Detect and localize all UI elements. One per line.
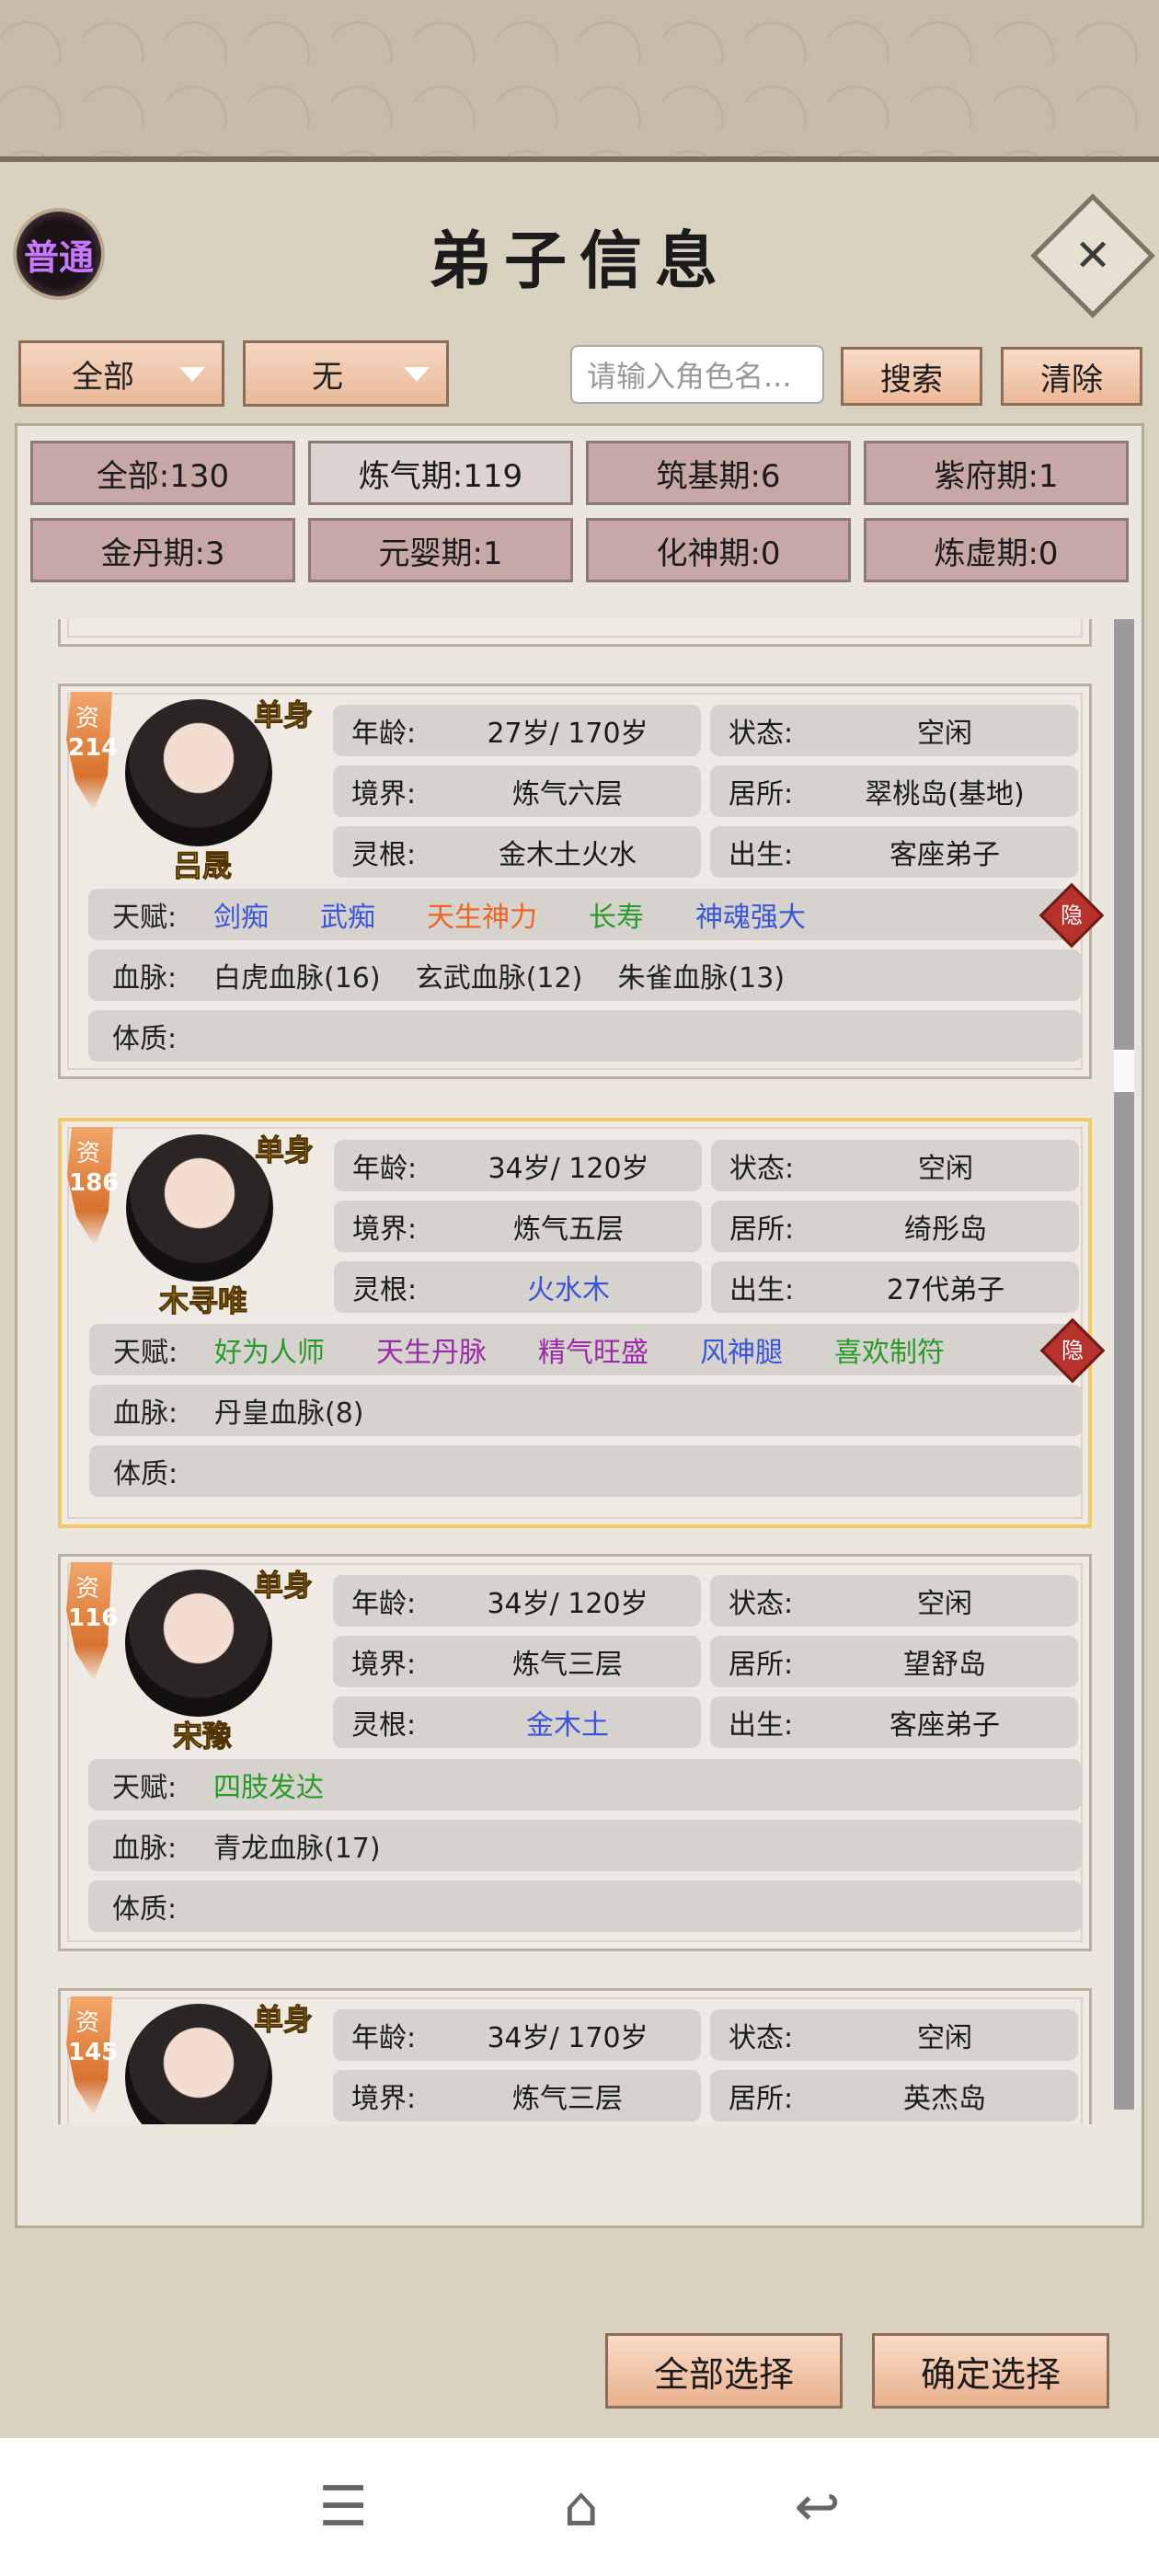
realm-field: 境界: 炼气五层 <box>334 1201 702 1252</box>
chevron-down-icon <box>179 367 205 382</box>
aptitude-value: 186 <box>69 1169 120 1197</box>
tab-yuanying[interactable]: 元婴期:1 <box>308 518 573 582</box>
avatar[interactable] <box>125 699 272 846</box>
aptitude-label: 资 <box>76 1140 101 1167</box>
aptitude-value: 116 <box>68 1604 119 1632</box>
tab-lianqi[interactable]: 炼气期:119 <box>308 441 573 505</box>
disciple-card[interactable]: 资 116 单身 宋豫 年龄: 34岁/ 120岁 状态: 空闲 境界: 炼气三层 居… <box>58 1554 1092 1951</box>
birth-field: 出生: 27代弟子 <box>711 1261 1079 1313</box>
bloodline-row: 血脉: 丹皇血脉(8) <box>89 1385 1083 1436</box>
talent-tag: 武痴 <box>320 902 375 934</box>
residence-field: 居所: 望舒岛 <box>710 1636 1078 1687</box>
age-field: 年龄: 34岁/ 120岁 <box>333 1575 701 1627</box>
realm-field: 境界: 炼气六层 <box>333 765 701 817</box>
back-icon[interactable]: ↩ <box>794 2475 840 2539</box>
chevron-down-icon <box>404 367 430 382</box>
talent-tag: 剑痴 <box>213 902 269 934</box>
disciple-name: 吕晟 <box>172 848 232 884</box>
aptitude-value: 145 <box>68 2039 119 2066</box>
disciple-list-panel: 全部:130 炼气期:119 筑基期:6 紫府期:1 金丹期:3 元婴期:1 化… <box>15 423 1144 2228</box>
tab-zifu[interactable]: 紫府期:1 <box>864 441 1129 505</box>
age-field: 年龄: 34岁/ 120岁 <box>334 1140 702 1191</box>
system-nav-bar: ☰ ⌂ ↩ <box>0 2438 1159 2576</box>
scrollbar[interactable] <box>1114 619 1134 2110</box>
close-icon: ✕ <box>1073 230 1112 282</box>
search-button[interactable]: 搜索 <box>841 347 982 406</box>
tab-zhuji[interactable]: 筑基期:6 <box>586 441 851 505</box>
search-input[interactable]: 请输入角色名... <box>570 345 824 404</box>
talent-tag: 风神腿 <box>700 1337 783 1369</box>
talent-tag: 喜欢制符 <box>834 1337 945 1369</box>
state-field: 状态: 空闲 <box>710 1575 1078 1627</box>
birth-field: 出生: 客座弟子 <box>710 826 1078 878</box>
disciple-name: 木寻唯 <box>158 1283 247 1319</box>
talent-tag: 长寿 <box>589 902 644 934</box>
scrollbar-thumb[interactable] <box>1114 1050 1134 1092</box>
aptitude-value: 214 <box>68 734 119 762</box>
residence-field: 居所: 英杰岛 <box>710 2070 1078 2122</box>
disciple-card-partial[interactable] <box>58 619 1092 647</box>
category-dropdown[interactable]: 全部 <box>18 340 224 407</box>
marital-status: 单身 <box>253 2002 314 2038</box>
home-icon[interactable]: ⌂ <box>564 2475 599 2539</box>
talent-row: 天赋: 四肢发达 <box>88 1759 1082 1811</box>
menu-icon[interactable]: ☰ <box>318 2475 368 2539</box>
disciple-card[interactable]: 资 214 单身 吕晟 年龄: 27岁/ 170岁 状态: 空闲 境界: 炼气六层 居… <box>58 684 1105 1079</box>
avatar[interactable] <box>125 1570 272 1717</box>
disciple-card[interactable]: 资 145 单身 年龄: 34岁/ 170岁 状态: 空闲 境界: 炼气三层 居所: 英… <box>58 1988 1092 2124</box>
talent-tag: 精气旺盛 <box>538 1337 648 1369</box>
age-field: 年龄: 27岁/ 170岁 <box>333 705 701 756</box>
aptitude-label: 资 <box>75 2009 100 2037</box>
bloodline-row: 血脉: 白虎血脉(16) 玄武血脉(12) 朱雀血脉(13) <box>88 949 1082 1001</box>
birth-field: 出生: 客座弟子 <box>710 1696 1078 1748</box>
marital-status: 单身 <box>253 697 314 733</box>
avatar[interactable] <box>126 1134 273 1282</box>
clear-button[interactable]: 清除 <box>1001 347 1142 406</box>
aptitude-label: 资 <box>75 705 100 732</box>
confirm-selection-button[interactable]: 确定选择 <box>872 2333 1109 2409</box>
marital-status: 单身 <box>253 1568 314 1604</box>
talent-tag: 好为人师 <box>214 1337 325 1369</box>
avatar[interactable] <box>125 2004 272 2124</box>
talent-row: 天赋: 好为人师 天生丹脉 精气旺盛 风神腿 喜欢制符 <box>89 1324 1083 1375</box>
age-field: 年龄: 34岁/ 170岁 <box>333 2009 701 2061</box>
state-field: 状态: 空闲 <box>710 705 1078 756</box>
root-field: 灵根: 金木土 <box>333 1696 701 1748</box>
root-field: 灵根: 火水木 <box>334 1261 702 1313</box>
talent-row: 天赋: 剑痴 武痴 天生神力 长寿 神魂强大 <box>88 889 1082 940</box>
state-field: 状态: 空闲 <box>711 1140 1079 1191</box>
talent-tag: 天生神力 <box>427 902 537 934</box>
tab-lianxu[interactable]: 炼虚期:0 <box>864 518 1129 582</box>
aptitude-label: 资 <box>75 1575 100 1603</box>
talent-tag: 四肢发达 <box>213 1772 324 1804</box>
talent-tag: 天生丹脉 <box>376 1337 487 1369</box>
realm-field: 境界: 炼气三层 <box>333 1636 701 1687</box>
residence-field: 居所: 翠桃岛(基地) <box>710 765 1078 817</box>
disciple-card-selected[interactable]: 资 186 单身 木寻唯 年龄: 34岁/ 120岁 状态: 空闲 境界: 炼气五层 … <box>58 1118 1106 1528</box>
talent-tag: 神魂强大 <box>695 902 806 934</box>
realm-field: 境界: 炼气三层 <box>333 2070 701 2122</box>
bloodline-row: 血脉: 青龙血脉(17) <box>88 1820 1082 1871</box>
tab-all[interactable]: 全部:130 <box>30 441 295 505</box>
root-field: 灵根: 金木土火水 <box>333 826 701 878</box>
state-field: 状态: 空闲 <box>710 2009 1078 2061</box>
realm-filter-grid: 全部:130 炼气期:119 筑基期:6 紫府期:1 金丹期:3 元婴期:1 化… <box>30 441 1130 582</box>
top-decoration <box>0 0 1159 156</box>
physique-row: 体质: <box>88 1010 1082 1062</box>
physique-row: 体质: <box>88 1880 1082 1932</box>
residence-field: 居所: 绮彤岛 <box>711 1201 1079 1252</box>
disciple-scroll-view[interactable]: 资 214 单身 吕晟 年龄: 27岁/ 170岁 状态: 空闲 境界: 炼气六层 居… <box>30 619 1112 2124</box>
page-title: 弟子信息 <box>428 224 730 298</box>
physique-row: 体质: <box>89 1445 1083 1497</box>
secondary-dropdown[interactable]: 无 <box>243 340 449 407</box>
tab-jindan[interactable]: 金丹期:3 <box>30 518 295 582</box>
tab-huashen[interactable]: 化神期:0 <box>586 518 851 582</box>
disciple-name: 宋豫 <box>172 1719 232 1754</box>
select-all-button[interactable]: 全部选择 <box>605 2333 843 2409</box>
marital-status: 单身 <box>254 1133 315 1168</box>
